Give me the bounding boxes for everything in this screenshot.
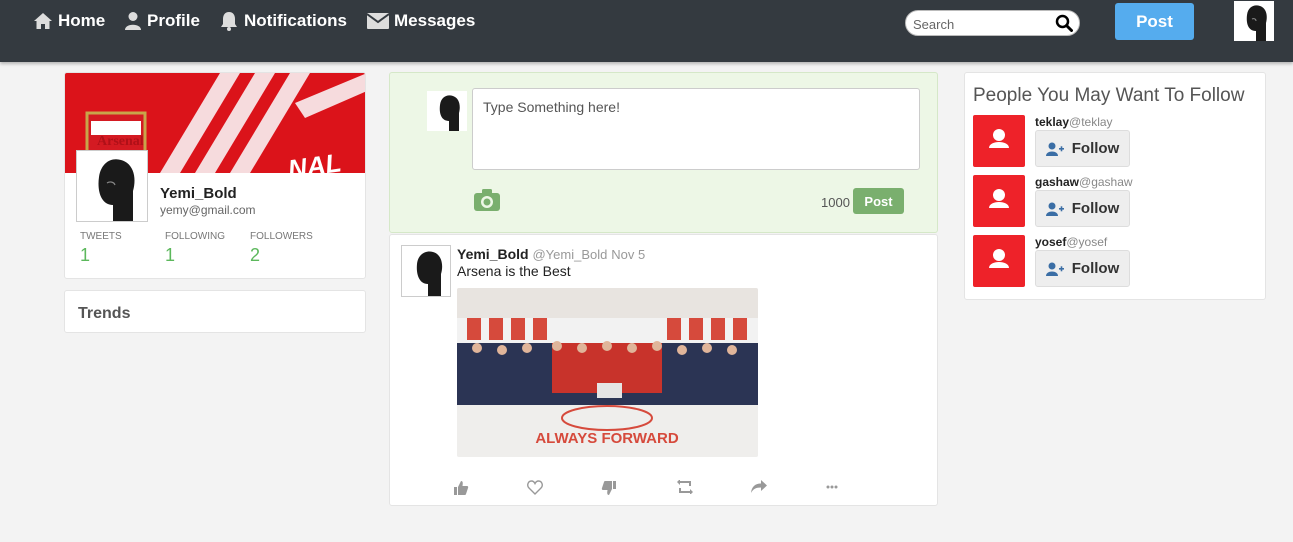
nav-notifications-label: Notifications bbox=[244, 11, 347, 30]
top-navbar: Home Profile Notifications Messages Post bbox=[0, 0, 1293, 62]
suggestion-item: yosef@yosef Follow bbox=[973, 235, 1263, 287]
search-icon[interactable] bbox=[1055, 14, 1073, 32]
stat-followers[interactable]: FOLLOWERS 2 bbox=[250, 231, 313, 266]
follow-button-label: Follow bbox=[1071, 200, 1120, 217]
top-post-button[interactable]: Post bbox=[1115, 3, 1194, 40]
like-icon[interactable] bbox=[453, 480, 469, 496]
dislike-icon[interactable] bbox=[601, 480, 617, 496]
composer-avatar-image bbox=[427, 91, 467, 131]
composer-avatar bbox=[427, 91, 467, 131]
stat-label: FOLLOWING bbox=[165, 231, 226, 242]
envelope-icon bbox=[367, 13, 389, 29]
avatar-image bbox=[1234, 1, 1274, 41]
tweet-avatar[interactable] bbox=[401, 245, 451, 297]
nav-messages-label: Messages bbox=[394, 11, 476, 30]
suggestion-name[interactable]: yosef@yosef bbox=[1035, 235, 1107, 249]
search-input[interactable] bbox=[911, 14, 1055, 34]
stat-label: FOLLOWERS bbox=[250, 231, 313, 242]
tweet-author-name[interactable]: Yemi_Bold bbox=[457, 246, 529, 262]
suggestion-name[interactable]: gashaw@gashaw bbox=[1035, 175, 1133, 189]
bell-icon bbox=[221, 12, 237, 31]
follow-suggestions-card: People You May Want To Follow teklay@tek… bbox=[964, 72, 1266, 300]
add-user-icon bbox=[1045, 262, 1064, 276]
user-placeholder-icon bbox=[989, 189, 1009, 208]
profile-email: yemy@gmail.com bbox=[160, 203, 256, 217]
follow-button[interactable]: Follow bbox=[1035, 250, 1130, 287]
nav-home-label: Home bbox=[58, 11, 106, 30]
nav-profile[interactable]: Profile bbox=[124, 10, 200, 32]
tweet-photo: ALWAYS FORWARD bbox=[457, 288, 758, 457]
tweet-photo-caption: ALWAYS FORWARD bbox=[535, 430, 679, 447]
user-placeholder-icon bbox=[989, 129, 1009, 148]
trends-card: Trends bbox=[64, 290, 366, 333]
suggestion-handle: @teklay bbox=[1069, 115, 1113, 129]
cover-text-arsenal: Arsenal bbox=[97, 134, 144, 149]
user-avatar[interactable] bbox=[1234, 1, 1274, 41]
add-user-icon bbox=[1045, 202, 1064, 216]
suggestion-username: yosef bbox=[1035, 235, 1067, 249]
profile-name[interactable]: Yemi_Bold bbox=[160, 185, 237, 202]
nav-home[interactable]: Home bbox=[33, 10, 105, 32]
profile-card: Arsenal NAL FC Yemi_Bold yemy@gmail.com … bbox=[64, 72, 366, 279]
suggestion-item: gashaw@gashaw Follow bbox=[973, 175, 1263, 227]
user-icon bbox=[125, 12, 141, 30]
suggestion-handle: @yosef bbox=[1066, 235, 1108, 249]
search-box bbox=[905, 10, 1080, 36]
profile-avatar[interactable] bbox=[76, 150, 148, 222]
tweet-avatar-image bbox=[402, 246, 450, 296]
follow-button[interactable]: Follow bbox=[1035, 190, 1130, 227]
suggestion-avatar[interactable] bbox=[973, 175, 1025, 227]
tweet-image[interactable]: ALWAYS FORWARD bbox=[457, 288, 758, 457]
home-icon bbox=[34, 13, 52, 29]
stat-value: 2 bbox=[250, 245, 261, 265]
follow-suggestions-title: People You May Want To Follow bbox=[973, 85, 1245, 106]
stat-value: 1 bbox=[80, 245, 91, 265]
camera-icon[interactable] bbox=[473, 188, 501, 212]
profile-avatar-image bbox=[77, 151, 147, 221]
add-user-icon bbox=[1045, 142, 1064, 156]
tweet-header: Yemi_Bold @Yemi_Bold Nov 5 bbox=[457, 246, 645, 262]
suggestion-item: teklay@teklay Follow bbox=[973, 115, 1263, 167]
stat-tweets[interactable]: TWEETS 1 bbox=[80, 231, 122, 266]
tweet-composer: 1000 Post bbox=[389, 72, 938, 233]
retweet-icon[interactable] bbox=[677, 480, 693, 494]
suggestion-username: teklay bbox=[1035, 115, 1070, 129]
suggestion-name[interactable]: teklay@teklay bbox=[1035, 115, 1113, 129]
composer-post-button[interactable]: Post bbox=[853, 188, 904, 214]
tweet-input[interactable] bbox=[472, 88, 920, 170]
stat-value: 1 bbox=[165, 245, 176, 265]
tweet-card: Yemi_Bold @Yemi_Bold Nov 5 Arsena is the… bbox=[389, 234, 938, 506]
user-placeholder-icon bbox=[989, 249, 1009, 268]
nav-profile-label: Profile bbox=[147, 11, 200, 30]
suggestion-username: gashaw bbox=[1035, 175, 1080, 189]
follow-button-label: Follow bbox=[1071, 260, 1120, 277]
nav-notifications[interactable]: Notifications bbox=[219, 10, 347, 32]
tweet-text: Arsena is the Best bbox=[457, 263, 571, 279]
more-options-icon[interactable] bbox=[826, 485, 838, 489]
follow-button[interactable]: Follow bbox=[1035, 130, 1130, 167]
suggestion-handle: @gashaw bbox=[1079, 175, 1133, 189]
suggestion-avatar[interactable] bbox=[973, 235, 1025, 287]
suggestion-avatar[interactable] bbox=[973, 115, 1025, 167]
stat-following[interactable]: FOLLOWING 1 bbox=[165, 231, 225, 266]
tweet-date: Nov 5 bbox=[611, 247, 646, 262]
char-count: 1000 bbox=[821, 195, 850, 210]
share-icon[interactable] bbox=[751, 480, 767, 494]
stat-label: TWEETS bbox=[80, 231, 122, 242]
tweet-author-handle[interactable]: @Yemi_Bold bbox=[532, 247, 607, 262]
trends-title: Trends bbox=[78, 305, 131, 322]
nav-messages[interactable]: Messages bbox=[367, 10, 475, 32]
heart-icon[interactable] bbox=[527, 480, 543, 495]
follow-button-label: Follow bbox=[1071, 140, 1120, 157]
